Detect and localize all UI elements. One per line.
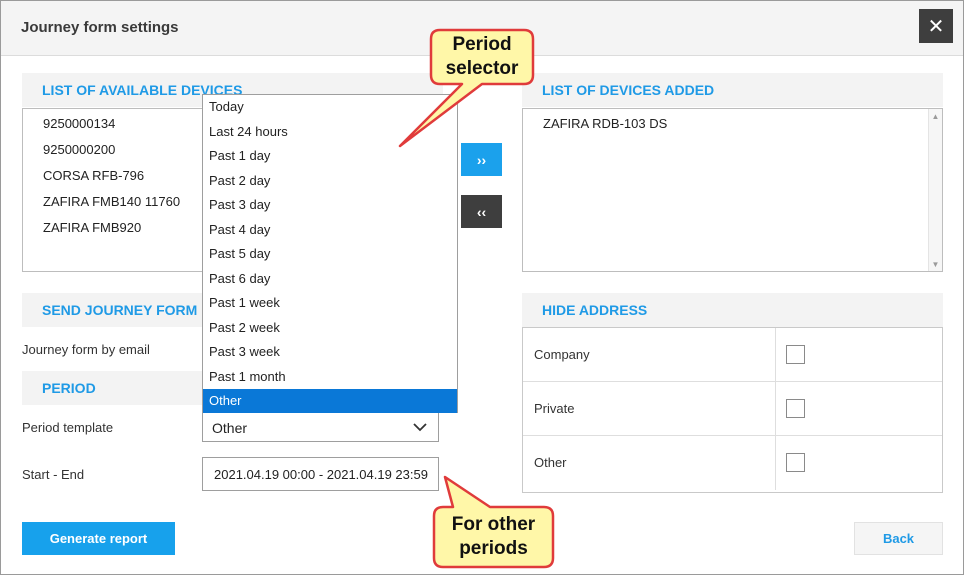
start-end-input[interactable]: 2021.04.19 00:00 - 2021.04.19 23:59 <box>202 457 439 491</box>
hide-address-row-label: Private <box>534 401 575 416</box>
dialog-window: Journey form settings ✕ LIST OF AVAILABL… <box>0 0 964 575</box>
add-device-button[interactable]: ›› <box>461 143 502 176</box>
period-option[interactable]: Past 1 day <box>203 144 457 168</box>
generate-report-button[interactable]: Generate report <box>22 522 175 555</box>
hide-address-header: HIDE ADDRESS <box>522 293 943 327</box>
period-dropdown-list[interactable]: Today Last 24 hours Past 1 day Past 2 da… <box>202 94 458 413</box>
hide-private-checkbox[interactable] <box>786 399 805 418</box>
back-button[interactable]: Back <box>854 522 943 555</box>
period-option[interactable]: Past 2 day <box>203 169 457 193</box>
hide-address-table: Company Private Other <box>522 327 943 493</box>
dialog-title: Journey form settings <box>21 19 179 36</box>
period-option-selected[interactable]: Other <box>203 389 457 413</box>
period-template-label: Period template <box>22 420 114 435</box>
added-devices-header: LIST OF DEVICES ADDED <box>522 73 943 107</box>
callout-period-selector-text: Period selector <box>445 34 519 79</box>
period-option[interactable]: Past 1 week <box>203 291 457 315</box>
added-device-item[interactable]: ZAFIRA RDB-103 DS <box>543 116 667 131</box>
scroll-down-icon[interactable]: ▼ <box>929 257 942 271</box>
period-option[interactable]: Past 1 month <box>203 365 457 389</box>
scroll-up-icon[interactable]: ▲ <box>929 109 942 123</box>
hide-other-checkbox[interactable] <box>786 453 805 472</box>
close-icon: ✕ <box>927 15 945 38</box>
remove-device-button[interactable]: ‹‹ <box>461 195 502 228</box>
period-template-select[interactable]: Other <box>202 412 439 442</box>
available-device-item[interactable]: ZAFIRA FMB140 11760 <box>43 194 180 209</box>
available-device-item[interactable]: CORSA RFB-796 <box>43 168 144 183</box>
available-device-item[interactable]: ZAFIRA FMB920 <box>43 220 141 235</box>
added-list-scrollbar[interactable]: ▲ ▼ <box>928 109 942 271</box>
close-button[interactable]: ✕ <box>919 9 953 43</box>
hide-address-row-private: Private <box>523 382 942 436</box>
journey-form-email-label: Journey form by email <box>22 342 150 357</box>
hide-address-row-company: Company <box>523 328 942 382</box>
period-option[interactable]: Past 6 day <box>203 267 457 291</box>
period-option[interactable]: Last 24 hours <box>203 120 457 144</box>
period-template-value: Other <box>212 420 248 436</box>
hide-address-row-label: Company <box>534 347 590 362</box>
hide-address-row-label: Other <box>534 455 567 470</box>
hide-company-checkbox[interactable] <box>786 345 805 364</box>
available-device-item[interactable]: 9250000134 <box>43 116 115 131</box>
period-option[interactable]: Past 4 day <box>203 218 457 242</box>
start-end-value: 2021.04.19 00:00 - 2021.04.19 23:59 <box>214 467 428 482</box>
hide-address-row-other: Other <box>523 436 942 490</box>
period-option[interactable]: Past 2 week <box>203 316 457 340</box>
callout-other-periods-text: For other periods <box>451 514 536 559</box>
start-end-label: Start - End <box>22 467 85 482</box>
period-option[interactable]: Past 3 week <box>203 340 457 364</box>
period-option[interactable]: Past 3 day <box>203 193 457 217</box>
available-device-item[interactable]: 9250000200 <box>43 142 115 157</box>
chevron-down-icon <box>413 423 427 432</box>
period-option[interactable]: Today <box>203 95 457 119</box>
added-devices-list[interactable]: ZAFIRA RDB-103 DS ▲ ▼ <box>522 108 943 272</box>
period-option[interactable]: Past 5 day <box>203 242 457 266</box>
